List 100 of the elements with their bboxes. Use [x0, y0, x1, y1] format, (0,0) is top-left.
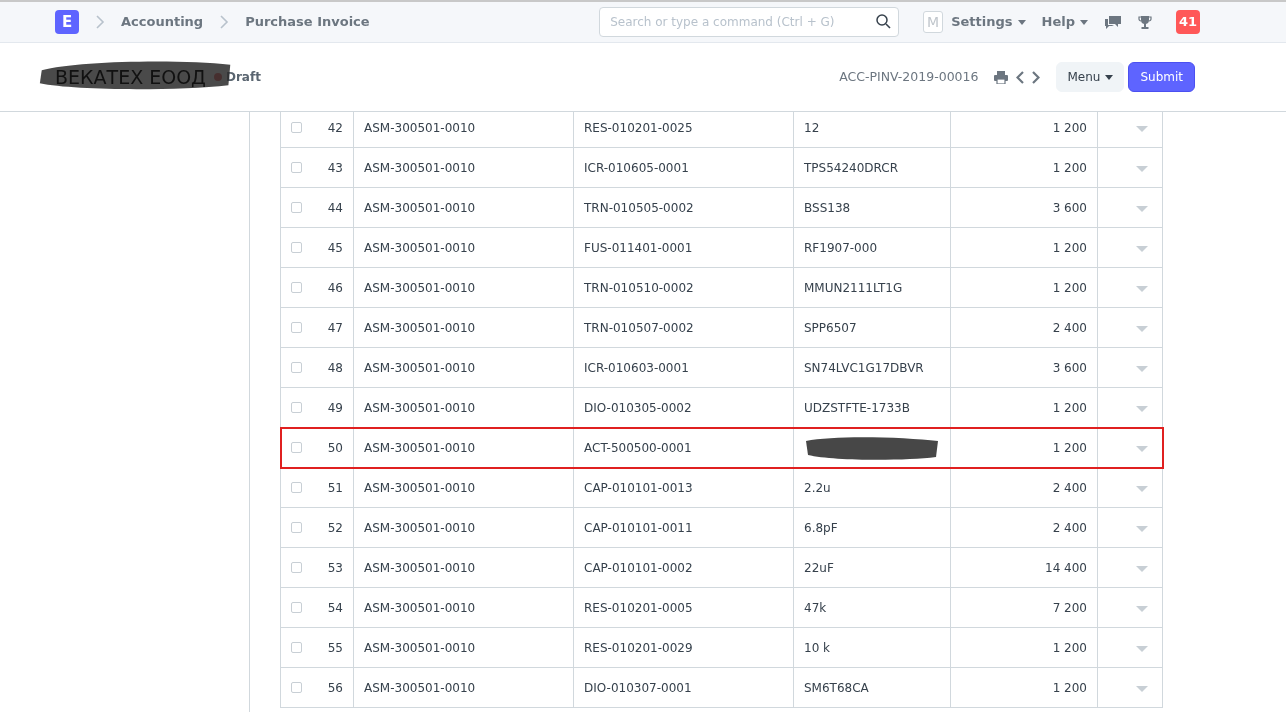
table-cell: 1 200 — [950, 112, 1098, 148]
row-number: 53 — [327, 559, 343, 577]
nav-dropdown[interactable]: Help — [1041, 12, 1088, 32]
table-cell: ASM-300501-0010 — [353, 307, 574, 348]
table-cell: DIO-010307-0001 — [573, 667, 794, 708]
dropdown-caret-icon[interactable] — [1136, 645, 1148, 652]
table-cell: 10 k — [793, 627, 951, 668]
table-cell: TPS54240DRCR — [793, 147, 951, 188]
row-number: 45 — [327, 239, 343, 257]
table-cell: ASM-300501-0010 — [353, 547, 574, 588]
breadcrumb-link[interactable]: Purchase Invoice — [245, 12, 370, 32]
table-cell: TRN-010507-0002 — [573, 307, 794, 348]
row-checkbox[interactable] — [291, 362, 302, 373]
table-cell: ASM-300501-0010 — [353, 147, 574, 188]
caret-icon — [1017, 19, 1026, 25]
table-cell: ASM-300501-0010 — [353, 467, 574, 508]
table-cell: SPP6507 — [793, 307, 951, 348]
dropdown-caret-icon[interactable] — [1136, 405, 1148, 412]
chevron-icon — [95, 15, 105, 29]
dropdown-caret-icon[interactable] — [1136, 325, 1148, 332]
row-checkbox[interactable] — [291, 162, 302, 173]
row-number: 42 — [327, 119, 343, 137]
table-cell: FUS-011401-0001 — [573, 227, 794, 268]
app-logo[interactable]: E — [55, 10, 79, 34]
table-cell: 22uF — [793, 547, 951, 588]
table-cell: 1 200 — [950, 227, 1098, 268]
menu-button[interactable]: Menu — [1056, 62, 1125, 92]
table-cell: ICR-010605-0001 — [573, 147, 794, 188]
dropdown-caret-icon[interactable] — [1136, 445, 1148, 452]
row-checkbox[interactable] — [291, 682, 302, 693]
row-checkbox[interactable] — [291, 642, 302, 653]
trophy-icon[interactable] — [1138, 14, 1152, 30]
dropdown-caret-icon[interactable] — [1136, 205, 1148, 212]
row-checkbox[interactable] — [291, 122, 302, 133]
submit-button[interactable]: Submit — [1128, 62, 1195, 92]
dropdown-caret-icon[interactable] — [1136, 165, 1148, 172]
table-cell: RES-010201-0025 — [573, 112, 794, 148]
dropdown-caret-icon[interactable] — [1136, 125, 1148, 132]
dropdown-caret-icon[interactable] — [1136, 285, 1148, 292]
notification-badge[interactable]: 41 — [1176, 10, 1200, 34]
table-cell: RF1907-000 — [793, 227, 951, 268]
table-cell: RES-010201-0005 — [573, 587, 794, 628]
table-cell: BSS138 — [793, 187, 951, 228]
table-cell: 1 200 — [950, 147, 1098, 188]
print-icon[interactable] — [994, 70, 1009, 84]
dropdown-caret-icon[interactable] — [1136, 485, 1148, 492]
dropdown-caret-icon[interactable] — [1136, 245, 1148, 252]
row-number: 52 — [327, 519, 343, 537]
table-cell: TRN-010505-0002 — [573, 187, 794, 228]
row-number: 56 — [327, 679, 343, 697]
table-cell: TRN-010510-0002 — [573, 267, 794, 308]
table-cell: 2 400 — [950, 307, 1098, 348]
row-checkbox[interactable] — [291, 242, 302, 253]
table-cell: ASM-300501-0010 — [353, 507, 574, 548]
row-checkbox[interactable] — [291, 562, 302, 573]
row-checkbox[interactable] — [291, 202, 302, 213]
next-icon[interactable] — [1032, 70, 1041, 84]
row-number: 51 — [327, 479, 343, 497]
table-cell: ASM-300501-0010 — [353, 227, 574, 268]
dropdown-caret-icon[interactable] — [1136, 365, 1148, 372]
dropdown-caret-icon[interactable] — [1136, 605, 1148, 612]
dropdown-caret-icon[interactable] — [1136, 565, 1148, 572]
row-checkbox[interactable] — [291, 602, 302, 613]
dropdown-caret-icon[interactable] — [1136, 685, 1148, 692]
table-cell: ASM-300501-0010 — [353, 587, 574, 628]
table-cell: RES-010201-0029 — [573, 627, 794, 668]
table-cell: 3 600 — [950, 187, 1098, 228]
row-number: 46 — [327, 279, 343, 297]
table-cell: 1 200 — [950, 667, 1098, 708]
row-checkbox[interactable] — [291, 402, 302, 413]
nav-dropdown[interactable]: Settings — [951, 12, 1026, 32]
caret-icon — [1105, 74, 1114, 80]
table-cell: 2 400 — [950, 507, 1098, 548]
row-number: 50 — [327, 439, 343, 457]
table-cell: ASM-300501-0010 — [353, 627, 574, 668]
row-checkbox[interactable] — [291, 482, 302, 493]
document-title: ВЕКАТЕХ ЕООД — [55, 65, 206, 88]
document-id: ACC-PINV-2019-00016 — [839, 67, 979, 86]
search-field[interactable]: Search or type a command (Ctrl + G) — [599, 7, 900, 37]
table-cell: 2 400 — [950, 467, 1098, 508]
row-number: 48 — [327, 359, 343, 377]
row-checkbox[interactable] — [291, 322, 302, 333]
search-icon[interactable] — [876, 14, 892, 29]
table-cell: 1 200 — [950, 267, 1098, 308]
row-checkbox[interactable] — [291, 282, 302, 293]
chat-icon[interactable] — [1104, 14, 1122, 30]
row-checkbox[interactable] — [291, 442, 302, 453]
dropdown-caret-icon[interactable] — [1136, 525, 1148, 532]
row-checkbox[interactable] — [291, 522, 302, 533]
table-cell: 12 — [793, 112, 951, 148]
table-cell: 2.2u — [793, 467, 951, 508]
previous-icon[interactable] — [1016, 70, 1025, 84]
table-cell: CAP-010101-0013 — [573, 467, 794, 508]
table-cell: ASM-300501-0010 — [353, 347, 574, 388]
table-cell: 6.8pF — [793, 507, 951, 548]
table-cell: ASM-300501-0010 — [353, 112, 574, 148]
table-cell: CAP-010101-0002 — [573, 547, 794, 588]
table-cell: ICR-010603-0001 — [573, 347, 794, 388]
table-cell: SM6T68CA — [793, 667, 951, 708]
breadcrumb-link[interactable]: Accounting — [121, 12, 204, 32]
